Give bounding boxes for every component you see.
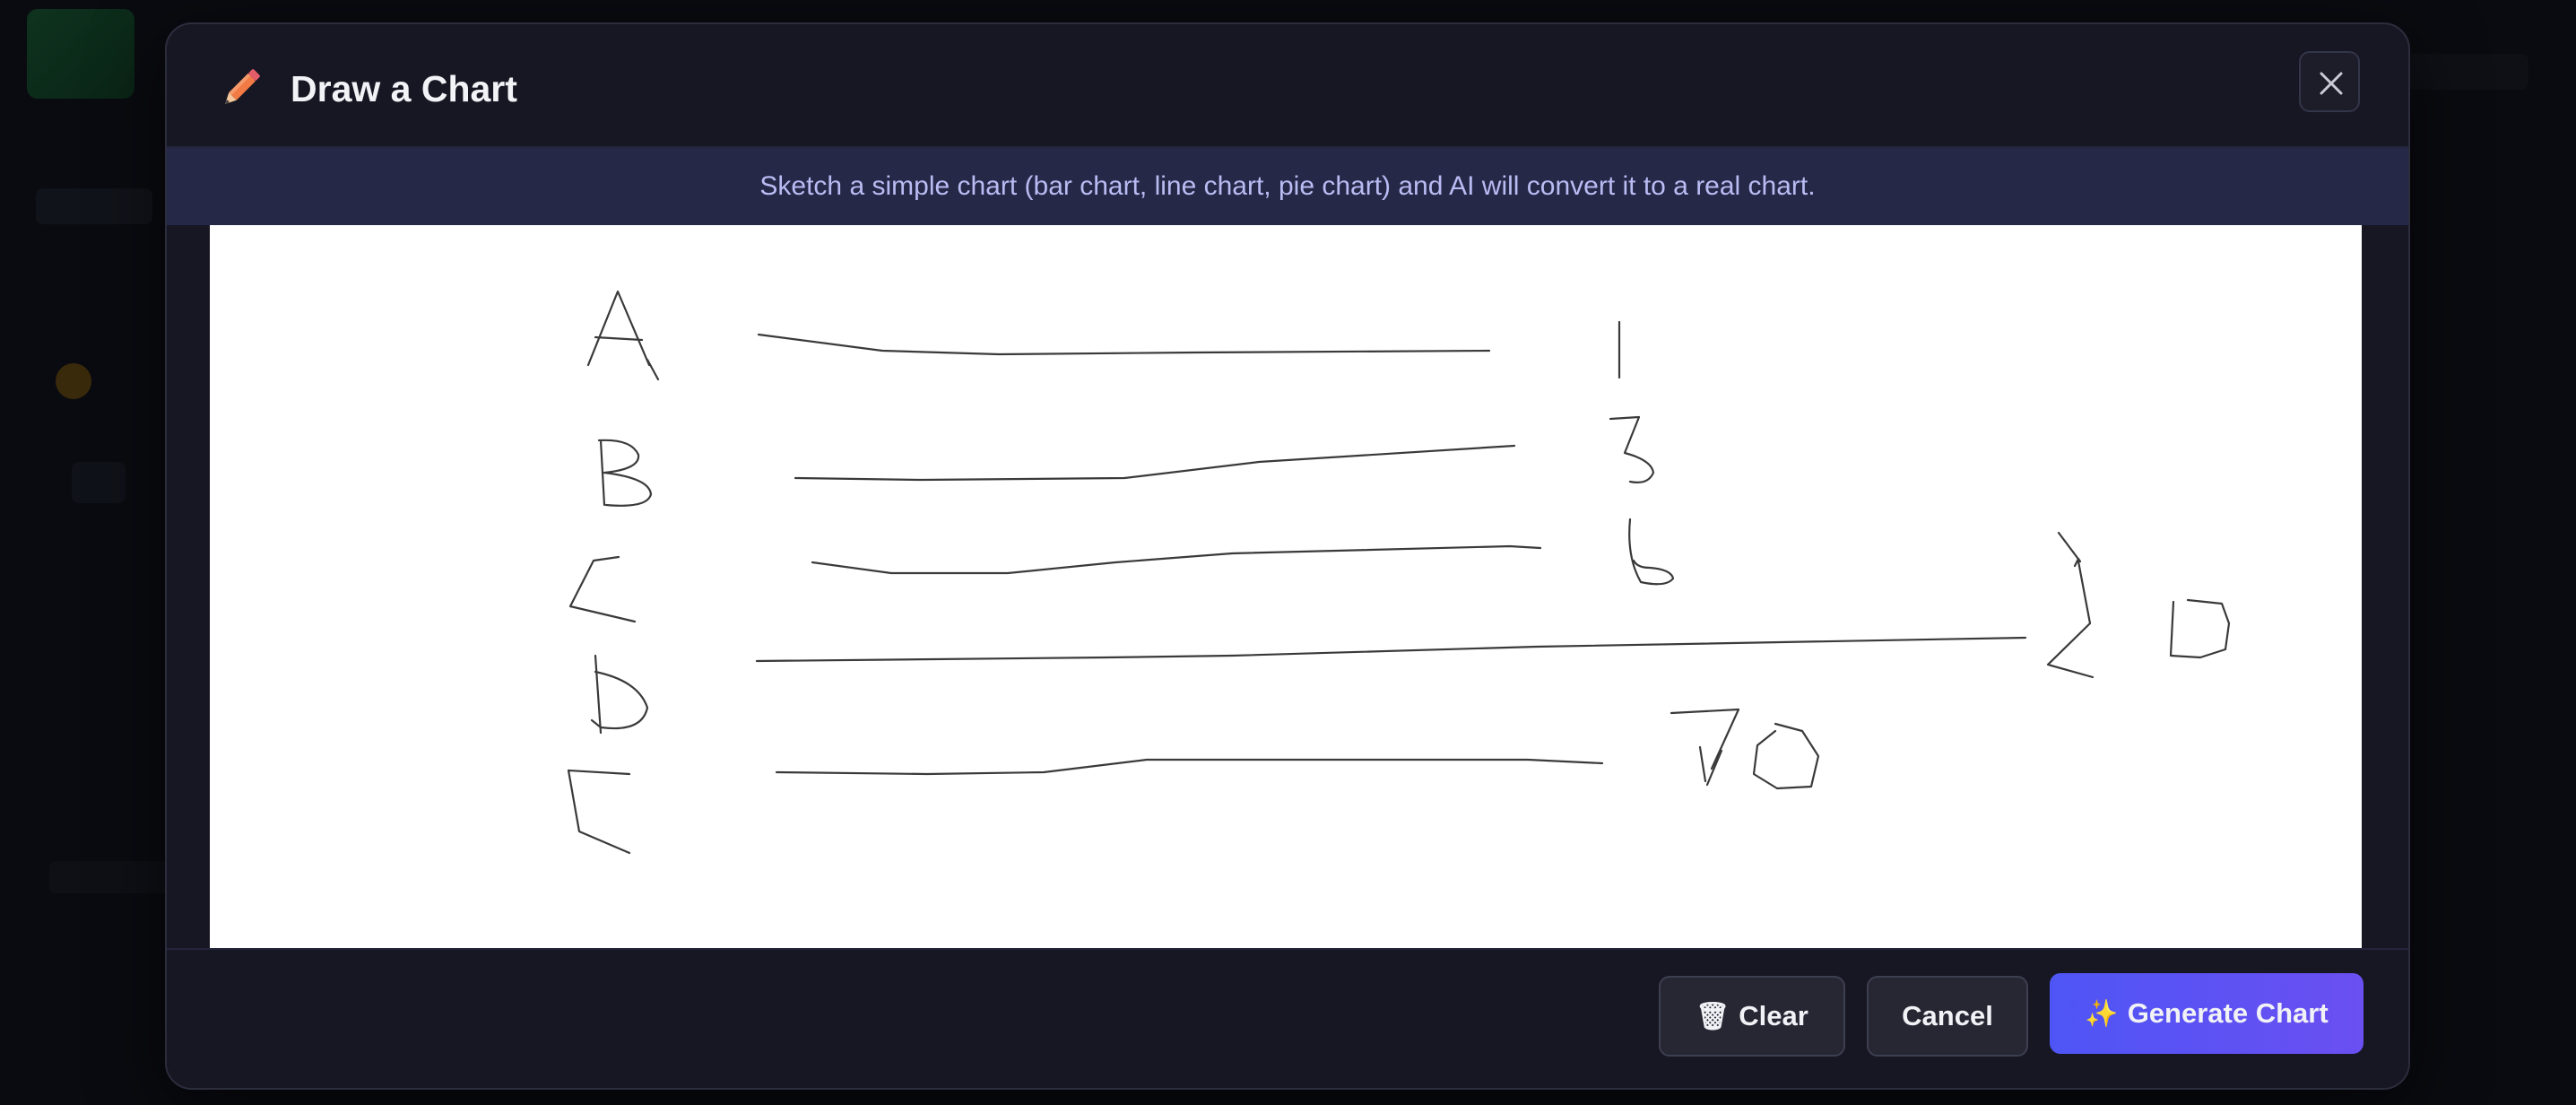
sketch-bar-b — [794, 444, 1516, 482]
sketch-letter-a — [586, 290, 660, 381]
dialog-header: Draw a Chart — [167, 24, 2408, 148]
dialog-title: Draw a Chart — [291, 68, 517, 109]
generate-chart-label: Generate Chart — [2127, 997, 2329, 1029]
background-header-button — [2403, 54, 2528, 90]
sketch-letter-d — [590, 654, 649, 735]
background-avatar — [56, 363, 91, 399]
generate-chart-button[interactable]: ✨ Generate Chart — [2050, 973, 2364, 1054]
cancel-button[interactable]: Cancel — [1867, 976, 2028, 1057]
sketch-value-20 — [2046, 531, 2231, 679]
sketch-value-3 — [1609, 415, 1655, 483]
close-icon — [2320, 72, 2343, 95]
clear-button[interactable]: 🗑 Clear — [1659, 976, 1845, 1057]
sketch-layer — [567, 290, 2231, 855]
sketch-value-70 — [1670, 708, 1820, 790]
sketch-bar-c — [811, 544, 1542, 575]
sketch-bar-d — [755, 636, 2027, 663]
sparkles-icon: ✨ — [2085, 999, 2119, 1029]
clear-button-label: Clear — [1739, 1000, 1808, 1031]
background-nav-item — [36, 188, 152, 224]
instructions-banner: Sketch a simple chart (bar chart, line c… — [167, 148, 2408, 225]
sketch-bar-e — [775, 758, 1604, 776]
background-list-item — [72, 462, 126, 503]
draw-chart-dialog: Draw a Chart Sketch a simple chart (bar … — [165, 22, 2410, 1090]
dialog-footer: 🗑 Clear Cancel ✨ Generate Chart — [167, 948, 2408, 1088]
app-logo — [27, 9, 134, 99]
close-button[interactable] — [2299, 51, 2360, 112]
sketch-letter-c — [568, 555, 637, 623]
cancel-button-label: Cancel — [1902, 1000, 1993, 1031]
pencil-icon — [225, 69, 260, 104]
drawing-canvas[interactable] — [210, 225, 2362, 948]
sketch-value-6 — [1628, 518, 1675, 586]
sketch-bar-a — [757, 333, 1491, 356]
sketch-letter-e — [567, 769, 631, 855]
trash-icon: 🗑 — [1696, 1002, 1730, 1031]
background-section — [49, 861, 175, 893]
sketch-letter-b — [597, 439, 653, 507]
